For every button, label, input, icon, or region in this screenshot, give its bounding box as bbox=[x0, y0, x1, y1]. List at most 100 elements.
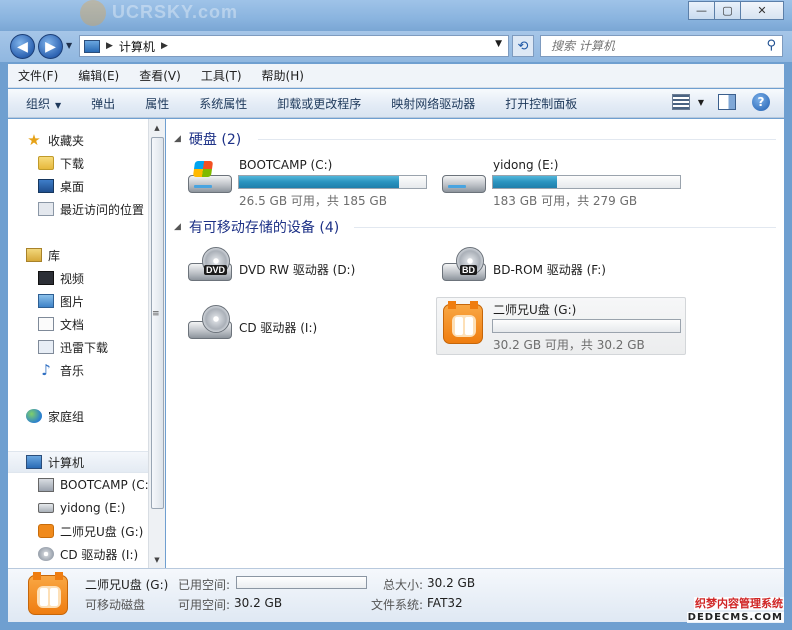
breadcrumb-computer[interactable]: 计算机 bbox=[119, 38, 155, 55]
pictures-icon bbox=[38, 294, 54, 308]
nav-recent-places[interactable]: 最近访问的位置 bbox=[38, 198, 148, 220]
collapse-triangle-icon[interactable]: ◢ bbox=[174, 222, 181, 232]
nav-xunlei-downloads[interactable]: 迅雷下载 bbox=[38, 336, 148, 358]
nav-desktop[interactable]: 桌面 bbox=[38, 175, 148, 197]
drive-tile-d[interactable]: DVD DVD RW 驱动器 (D:) bbox=[184, 241, 434, 297]
refresh-button[interactable]: ⟲ bbox=[512, 35, 534, 57]
nav-downloads[interactable]: 下载 bbox=[38, 152, 148, 174]
title-bar[interactable]: UCRSKY.com — ▢ ✕ bbox=[0, 0, 792, 31]
maximize-button[interactable]: ▢ bbox=[714, 1, 741, 20]
drive-tile-c[interactable]: BOOTCAMP (C:) 26.5 GB 可用，共 185 GB bbox=[184, 153, 434, 209]
nav-homegroup[interactable]: 家庭组 bbox=[26, 405, 148, 427]
details-free-value: 30.2 GB bbox=[234, 596, 283, 610]
usb-slot-icon bbox=[465, 317, 473, 335]
nav-documents[interactable]: 文档 bbox=[38, 313, 148, 335]
minimize-button[interactable]: — bbox=[688, 1, 715, 20]
address-dropdown-icon[interactable]: ▼ bbox=[495, 39, 502, 49]
scroll-thumb[interactable] bbox=[151, 137, 164, 509]
nav-music[interactable]: ♪ 音乐 bbox=[38, 359, 148, 381]
eject-button[interactable]: 弹出 bbox=[76, 95, 130, 112]
nav-favorites[interactable]: ★ 收藏夹 bbox=[26, 129, 148, 151]
menu-bar: 文件(F) 编辑(E) 查看(V) 工具(T) 帮助(H) bbox=[8, 64, 784, 88]
menu-edit[interactable]: 编辑(E) bbox=[68, 67, 129, 84]
nav-drive-i[interactable]: CD 驱动器 (I:) bbox=[38, 543, 148, 565]
help-icon[interactable]: ? bbox=[752, 93, 770, 111]
preview-pane-icon[interactable] bbox=[718, 94, 736, 110]
usb-drive-icon bbox=[38, 524, 54, 538]
watermark-logo: UCRSKY.com bbox=[80, 0, 260, 26]
capacity-fill bbox=[239, 176, 400, 188]
search-input[interactable] bbox=[551, 39, 751, 53]
dvd-badge: DVD bbox=[204, 265, 228, 275]
address-bar[interactable]: ▶ 计算机 ▶ ▼ bbox=[79, 35, 509, 57]
change-view-icon[interactable] bbox=[671, 94, 690, 110]
drive-usage: 183 GB 可用，共 279 GB bbox=[493, 194, 638, 208]
usb-ear-icon bbox=[33, 572, 41, 580]
properties-button[interactable]: 属性 bbox=[130, 95, 184, 112]
organize-button[interactable]: 组织 ▼ bbox=[8, 95, 76, 112]
disc-icon bbox=[202, 305, 230, 333]
forward-button[interactable]: ▶ bbox=[38, 34, 63, 59]
open-control-panel-button[interactable]: 打开控制面板 bbox=[490, 95, 592, 112]
menu-file[interactable]: 文件(F) bbox=[8, 67, 68, 84]
map-network-drive-button[interactable]: 映射网络驱动器 bbox=[376, 95, 490, 112]
nav-drive-c[interactable]: BOOTCAMP (C:) bbox=[38, 474, 148, 496]
system-properties-button[interactable]: 系统属性 bbox=[184, 95, 262, 112]
drive-led-icon bbox=[448, 185, 466, 188]
drive-tile-g[interactable]: 二师兄U盘 (G:) 30.2 GB 可用，共 30.2 GB bbox=[436, 297, 686, 355]
nav-videos[interactable]: 视频 bbox=[38, 267, 148, 289]
nav-drive-e[interactable]: yidong (E:) bbox=[38, 497, 148, 519]
close-button[interactable]: ✕ bbox=[740, 1, 784, 20]
homegroup-icon bbox=[26, 409, 42, 423]
scroll-grip-icon: ≡ bbox=[152, 309, 160, 319]
drive-tile-f[interactable]: BD BD-ROM 驱动器 (F:) bbox=[438, 241, 688, 297]
usb-ear-icon bbox=[448, 301, 456, 309]
breadcrumb-separator-icon[interactable]: ▶ bbox=[106, 41, 113, 51]
nav-recent-label: 最近访问的位置 bbox=[60, 202, 145, 217]
nav-libraries[interactable]: 库 bbox=[26, 244, 148, 266]
window-controls: — ▢ ✕ bbox=[688, 1, 784, 20]
system-drive-icon bbox=[38, 478, 54, 492]
nav-drive-g-label: 二师兄U盘 (G:) bbox=[60, 524, 144, 539]
breadcrumb-separator-icon[interactable]: ▶ bbox=[161, 41, 168, 51]
details-total-value: 30.2 GB bbox=[427, 576, 476, 590]
usb-slot-icon bbox=[50, 588, 58, 606]
group-header-hard-disks[interactable]: ◢ 硬盘 (2) bbox=[174, 129, 241, 149]
drive-name: BOOTCAMP (C:) bbox=[239, 158, 333, 172]
nav-scrollbar[interactable]: ▲ ≡ ▼ bbox=[148, 119, 165, 568]
nav-videos-label: 视频 bbox=[60, 271, 85, 286]
group-header-removable[interactable]: ◢ 有可移动存储的设备 (4) bbox=[174, 217, 339, 237]
scroll-down-icon[interactable]: ▼ bbox=[149, 551, 165, 568]
nav-documents-label: 文档 bbox=[60, 317, 85, 332]
star-icon: ★ bbox=[27, 131, 41, 149]
uninstall-program-button[interactable]: 卸载或更改程序 bbox=[262, 95, 376, 112]
nav-drive-g[interactable]: 二师兄U盘 (G:) bbox=[38, 520, 148, 542]
recent-pages-dropdown[interactable]: ▼ bbox=[66, 41, 72, 50]
collapse-triangle-icon[interactable]: ◢ bbox=[174, 134, 181, 144]
menu-tools[interactable]: 工具(T) bbox=[191, 67, 252, 84]
drive-tile-e[interactable]: yidong (E:) 183 GB 可用，共 279 GB bbox=[438, 153, 688, 209]
search-box[interactable]: ⚲ bbox=[540, 35, 783, 57]
menu-view[interactable]: 查看(V) bbox=[129, 67, 191, 84]
navigation-pane: ★ 收藏夹 下载 桌面 最近访问的位置 库 视频 图片 文档 迅雷下载 ♪ 音乐 家… bbox=[8, 119, 148, 568]
nav-computer[interactable]: 计算机 bbox=[8, 451, 148, 473]
nav-xunlei-label: 迅雷下载 bbox=[60, 340, 109, 355]
nav-pictures[interactable]: 图片 bbox=[38, 290, 148, 312]
hard-drive-icon bbox=[38, 503, 54, 513]
menu-help[interactable]: 帮助(H) bbox=[252, 67, 314, 84]
capacity-bar bbox=[238, 175, 427, 189]
view-options-chevron-icon[interactable]: ▼ bbox=[698, 98, 704, 107]
scroll-up-icon[interactable]: ▲ bbox=[149, 119, 165, 136]
nav-homegroup-label: 家庭组 bbox=[48, 409, 85, 424]
nav-computer-label: 计算机 bbox=[48, 455, 85, 470]
drive-body-icon bbox=[188, 175, 232, 193]
view-controls: ▼ ? bbox=[671, 93, 770, 111]
drive-tile-i[interactable]: CD 驱动器 (I:) bbox=[184, 299, 434, 355]
site-watermark: 织梦内容管理系统 DEDECMS.COM bbox=[686, 597, 784, 624]
search-icon[interactable]: ⚲ bbox=[766, 38, 776, 53]
back-button[interactable]: ◀ bbox=[10, 34, 35, 59]
usb-drive-icon bbox=[443, 301, 483, 344]
bd-drive-icon: BD bbox=[438, 247, 486, 287]
capacity-bar bbox=[492, 175, 681, 189]
nav-favorites-label: 收藏夹 bbox=[48, 133, 85, 148]
